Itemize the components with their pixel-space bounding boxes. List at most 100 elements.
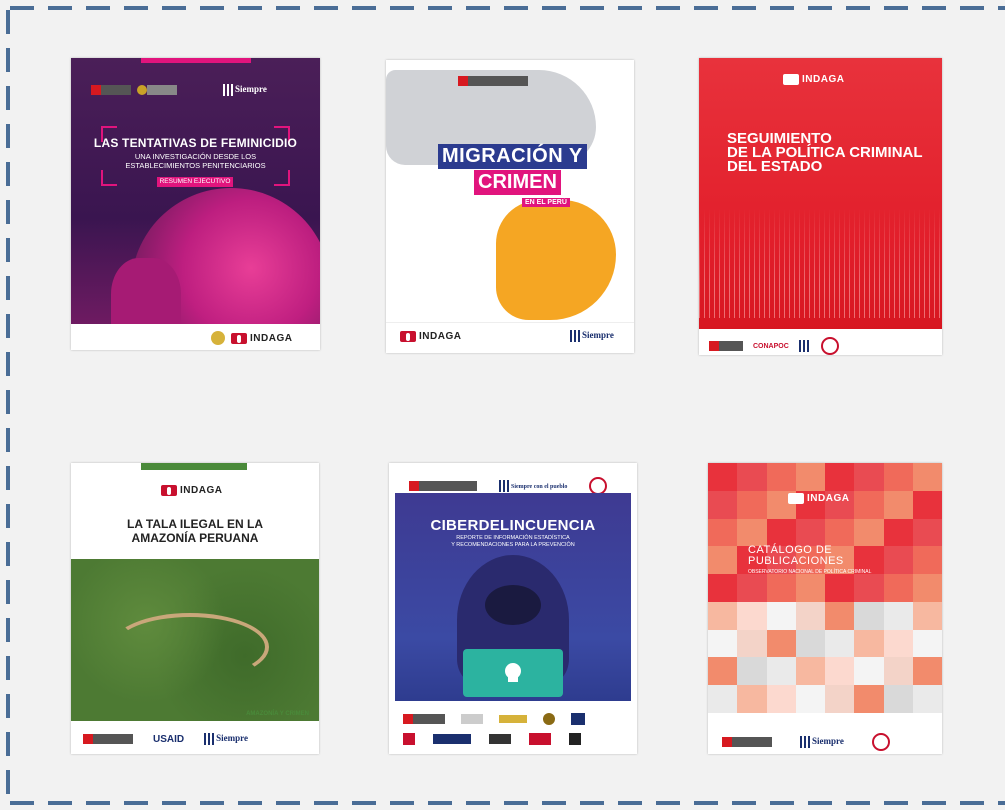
ministry-logo: [722, 737, 772, 747]
siempre-con-el-pueblo-logo: Siempre: [800, 736, 844, 748]
mosaic-cell: [766, 657, 796, 686]
cover-subtitle: REPORTE DE INFORMACIÓN ESTADÍSTICA Y REC…: [451, 535, 575, 548]
cover-subtitle: OBSERVATORIO NACIONAL DE POLÍTICA CRIMIN…: [748, 569, 872, 575]
mosaic-cell: [912, 685, 942, 713]
siempre-con-el-pueblo-logo: [798, 340, 811, 352]
mosaic-cell: [825, 574, 855, 602]
mosaic-cell: [883, 463, 913, 491]
conapoc-logo: CONAPOC: [753, 342, 789, 350]
mosaic-cell: [883, 518, 913, 547]
dashed-border-left: [6, 10, 10, 806]
cover-header-logos: [458, 76, 528, 86]
mosaic-cell: [708, 601, 738, 630]
mosaic-cell: [795, 629, 825, 658]
bicentenario-logo: [820, 337, 839, 355]
publication-cover-tala-ilegal[interactable]: INDAGA LA TALA ILEGAL EN LA AMAZONÍA PER…: [71, 463, 319, 754]
mosaic-cell: [854, 629, 884, 658]
cover-title: CIBERDELINCUENCIA: [430, 517, 596, 534]
siempre-con-el-pueblo-logo: Siempre: [570, 330, 614, 342]
mosaic-cell: [737, 490, 767, 519]
mosaic-cell: [737, 518, 767, 547]
cover-footer: INDAGA Siempre: [386, 322, 634, 353]
mosaic-cell: [795, 685, 825, 713]
mosaic-cell: [912, 518, 942, 547]
mosaic-cell: [883, 629, 913, 658]
dashed-border-top: [10, 6, 1005, 10]
mosaic-cell: [883, 490, 913, 519]
publication-cover-ciberdelincuencia[interactable]: Siempre con el pueblo CIBERDELINCUENCIA …: [389, 463, 637, 754]
mosaic-cell: [854, 685, 884, 713]
mosaic-cell: [912, 463, 942, 491]
usaid-logo: USAID: [153, 733, 185, 745]
mosaic-cell: [854, 518, 884, 547]
mosaic-cell: [766, 685, 796, 713]
cover-accent-bar: [141, 463, 247, 470]
cover-title: SEGUIMIENTO DE LA POLÍTICA CRIMINAL DEL …: [727, 130, 923, 175]
indaga-logo: INDAGA: [400, 331, 461, 342]
mosaic-cell: [883, 546, 913, 575]
mosaic-cell: [825, 601, 855, 630]
mosaic-cell: [854, 657, 884, 686]
mosaic-cell: [737, 463, 767, 491]
publication-cover-migracion-crimen[interactable]: MIGRACIÓN Y CRIMEN EN EL PERÚ INDAGA Sie…: [386, 60, 634, 353]
seal-icon: [211, 331, 225, 345]
indaga-logo: INDAGA: [783, 74, 844, 85]
mosaic-cell: [912, 629, 942, 658]
mosaic-cell: [708, 518, 738, 547]
cover-footer-logos: [389, 707, 637, 754]
mosaic-cell: [825, 657, 855, 686]
mosaic-cell: [766, 629, 796, 658]
frame-corner: [274, 170, 290, 186]
cover-title-line1: MIGRACIÓN Y: [438, 144, 587, 169]
mosaic-cell: [854, 490, 884, 519]
mosaic-cell: [766, 574, 796, 602]
publication-cover-seguimiento-politica-criminal[interactable]: INDAGA SEGUIMIENTO DE LA POLÍTICA CRIMIN…: [699, 58, 942, 355]
mosaic-cell: [883, 574, 913, 602]
mosaic-cell: [766, 518, 796, 547]
mosaic-cell: [825, 518, 855, 547]
cover-title: CATÁLOGO DE PUBLICACIONES: [748, 544, 844, 567]
ministry-logo: [91, 85, 131, 95]
publications-panel: Siempre LAS TENTATIVAS DE FEMINICIDIO UN…: [0, 0, 1005, 810]
siempre-con-el-pueblo-logo: Siempre: [204, 733, 248, 745]
dashed-border-bottom: [10, 801, 1005, 805]
mosaic-cell: [883, 657, 913, 686]
mosaic-cell: [766, 601, 796, 630]
indaga-logo: INDAGA: [161, 485, 222, 496]
cover-accent-bar: [141, 58, 251, 63]
ministry-logo: [709, 341, 743, 351]
bicentenario-logo: [871, 733, 890, 751]
mosaic-cell: [708, 574, 738, 602]
river-illustration: [111, 613, 269, 681]
mosaic-cell: [708, 463, 738, 491]
inpe-logo: [137, 85, 177, 95]
mosaic-cell: [912, 657, 942, 686]
frame-corner: [101, 170, 117, 186]
mosaic-cell: [912, 601, 942, 630]
mosaic-cell: [912, 546, 942, 575]
mosaic-cell: [795, 463, 825, 491]
mosaic-cell: [737, 685, 767, 713]
mosaic-cell: [825, 685, 855, 713]
indaga-logo: INDAGA: [231, 332, 292, 344]
siempre-con-el-pueblo-logo: Siempre: [223, 84, 267, 96]
mosaic-cell: [766, 463, 796, 491]
cover-footer: USAID Siempre: [71, 724, 319, 754]
cover-footer: INDAGA: [71, 324, 320, 350]
mosaic-cell: [854, 601, 884, 630]
statistics-chart-graphic: [699, 208, 942, 318]
mosaic-cell: [737, 574, 767, 602]
ministry-logo: [83, 734, 133, 744]
mosaic-cell: [737, 629, 767, 658]
cover-section-label: AMAZONÍA Y CRIMEN: [246, 711, 309, 717]
mosaic-cell: [708, 546, 738, 575]
mosaic-cell: [708, 629, 738, 658]
publication-cover-catalogo[interactable]: INDAGA CATÁLOGO DE PUBLICACIONES OBSERVA…: [708, 463, 942, 754]
cover-footer: Siempre: [708, 724, 942, 754]
mosaic-cell: [912, 490, 942, 519]
ministry-logo: [458, 76, 528, 86]
cover-tag: EN EL PERÚ: [522, 198, 570, 207]
publication-cover-feminicidio[interactable]: Siempre LAS TENTATIVAS DE FEMINICIDIO UN…: [71, 58, 320, 350]
ministry-logo: [409, 481, 477, 491]
mosaic-cell: [795, 601, 825, 630]
